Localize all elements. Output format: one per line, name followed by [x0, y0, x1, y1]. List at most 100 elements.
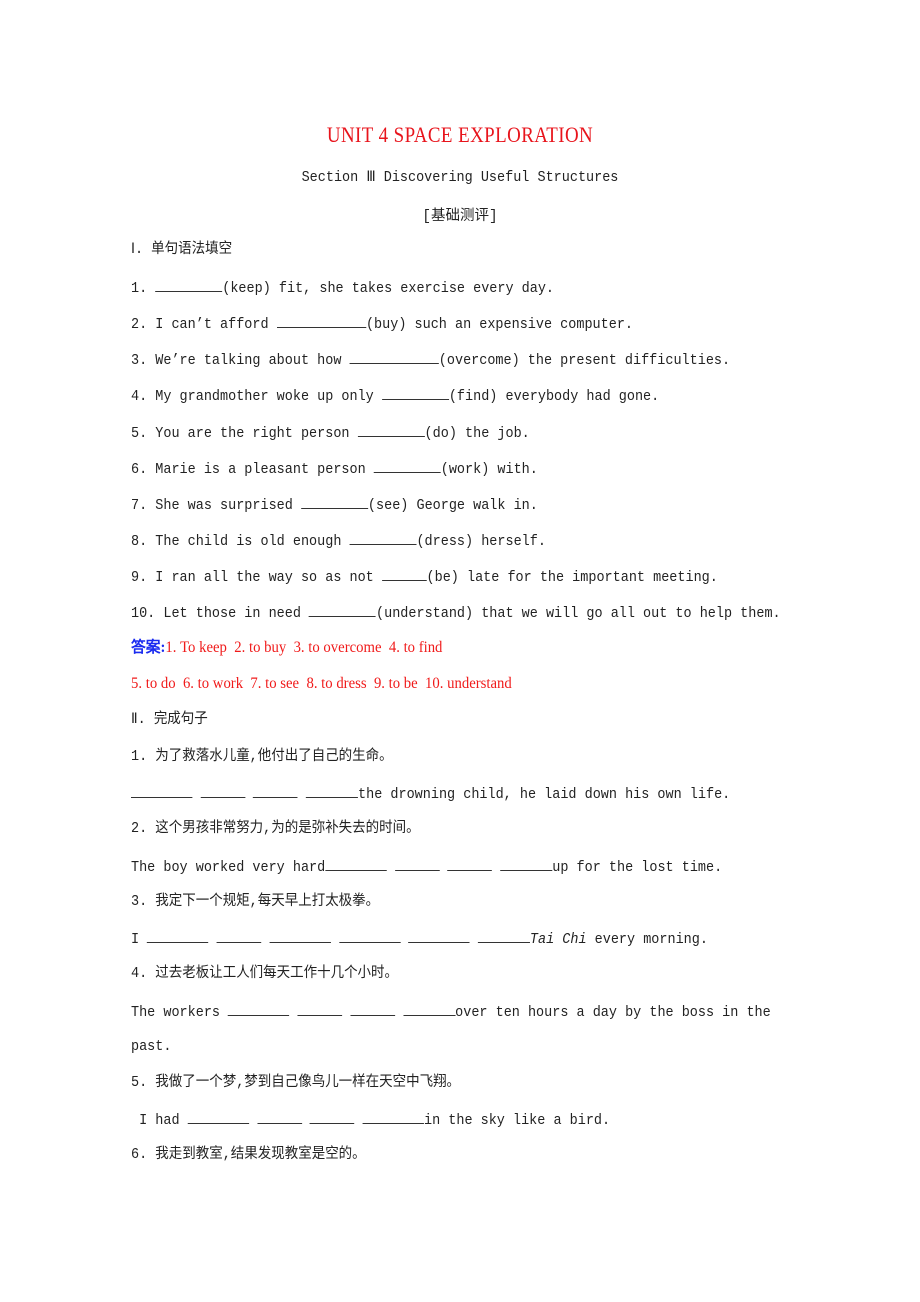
answer-blank[interactable]: [309, 602, 377, 617]
item-text: Marie is a pleasant person: [155, 462, 366, 478]
chinese-prompt: 3. 我定下一个规矩,每天早上打太极拳。: [131, 892, 379, 912]
chinese-text: 这个男孩非常努力,为的是弥补失去的时间。: [155, 821, 420, 837]
english-sentence: I Tai Chi every morning.: [131, 928, 708, 950]
exercise-item: 4. My grandmother woke up only (find) ev…: [131, 385, 659, 407]
item-text: (find) everybody had gone.: [448, 389, 660, 405]
answer-blank[interactable]: [325, 856, 387, 871]
item-number: 1.: [131, 281, 148, 297]
item-text: The workers: [131, 1005, 221, 1021]
answer-blank[interactable]: [338, 928, 401, 943]
answer-blank[interactable]: [373, 458, 441, 473]
answer-blank[interactable]: [253, 783, 298, 798]
item-text: (understand) that we will go all out to …: [376, 606, 781, 622]
document-page: UNIT 4 SPACE EXPLORATION Section Ⅲ Disco…: [0, 0, 920, 1302]
section-subtitle: Section Ⅲ Discovering Useful Structures: [301, 170, 619, 186]
item-number: 3.: [131, 353, 148, 369]
item-number: 2.: [131, 821, 148, 837]
answer-blank[interactable]: [200, 783, 246, 798]
part2-heading: Ⅱ. 完成句子: [131, 712, 208, 728]
answer-blank[interactable]: [228, 1001, 290, 1016]
english-sentence: the drowning child, he laid down his own…: [131, 783, 730, 805]
english-sentence-continued: past.: [131, 1039, 172, 1055]
chinese-prompt: 4. 过去老板让工人们每天工作十几个小时。: [131, 964, 398, 984]
item-number: 9.: [131, 570, 148, 586]
item-number: 3.: [131, 894, 148, 910]
item-text: (keep) fit, she takes exercise every day…: [222, 281, 555, 297]
answer-blank[interactable]: [300, 494, 368, 509]
answer-blank[interactable]: [477, 928, 530, 943]
answer-blank[interactable]: [349, 530, 417, 545]
answer-blank[interactable]: [309, 1109, 355, 1124]
item-text: (buy) such an expensive computer.: [365, 317, 634, 333]
exercise-item: 1. (keep) fit, she takes exercise every …: [131, 277, 554, 299]
item-text: (be) late for the important meeting.: [426, 570, 718, 586]
chinese-text: 过去老板让工人们每天工作十几个小时。: [155, 966, 399, 982]
answer-blank[interactable]: [447, 856, 493, 871]
item-text: The boy worked very hard: [131, 860, 326, 876]
item-text: You are the right person: [155, 426, 350, 442]
item-text: (dress) herself.: [416, 534, 546, 550]
answer-blank[interactable]: [297, 1001, 343, 1016]
item-number: 2.: [131, 317, 148, 333]
answer-blank[interactable]: [408, 928, 470, 943]
item-text: in the sky like a bird.: [423, 1113, 611, 1129]
answer-blank[interactable]: [276, 313, 366, 328]
item-text: The child is old enough: [155, 534, 342, 550]
chinese-text: 我做了一个梦,梦到自己像鸟儿一样在天空中飞翔。: [155, 1075, 461, 1091]
answer-blank[interactable]: [381, 385, 449, 400]
chinese-text: 我定下一个规矩,每天早上打太极拳。: [155, 894, 380, 910]
item-text: I had: [131, 1113, 180, 1129]
answer-blank[interactable]: [500, 856, 553, 871]
exercise-item: 7. She was surprised (see) George walk i…: [131, 494, 538, 516]
answer-text: 1. To keep 2. to buy 3. to overcome 4. t…: [165, 639, 443, 656]
exercise-item: 5. You are the right person (do) the job…: [131, 422, 530, 444]
item-text: (do) the job.: [424, 426, 530, 442]
item-text: We’re talking about how: [155, 353, 342, 369]
chinese-text: 我走到教室,结果发现教室是空的。: [155, 1147, 366, 1163]
answer-blank[interactable]: [147, 928, 209, 943]
item-text: I: [131, 932, 140, 948]
answer-blank[interactable]: [349, 349, 439, 364]
english-sentence: I had in the sky like a bird.: [131, 1109, 610, 1131]
item-text: (overcome) the present difficulties.: [438, 353, 731, 369]
chinese-prompt: 5. 我做了一个梦,梦到自己像鸟儿一样在天空中飞翔。: [131, 1073, 460, 1093]
answer-blank[interactable]: [381, 566, 427, 581]
item-number: 6.: [131, 462, 148, 478]
item-number: 5.: [131, 1075, 148, 1091]
answer-blank[interactable]: [362, 1109, 424, 1124]
answer-blank[interactable]: [216, 928, 262, 943]
answer-blank[interactable]: [403, 1001, 456, 1016]
item-text: over ten hours a day by the boss in the: [455, 1005, 771, 1021]
chinese-prompt: 1. 为了救落水儿童,他付出了自己的生命。: [131, 747, 393, 767]
answer-label: 答案:: [131, 639, 166, 656]
answer-blank[interactable]: [187, 1109, 250, 1124]
exercise-item: 10. Let those in need (understand) that …: [131, 602, 781, 624]
answer-blank[interactable]: [269, 928, 331, 943]
answer-blank[interactable]: [131, 783, 193, 798]
item-number: 7.: [131, 498, 148, 514]
english-sentence: The workers over ten hours a day by the …: [131, 1001, 771, 1023]
chinese-text: 为了救落水儿童,他付出了自己的生命。: [155, 749, 393, 765]
item-number: 1.: [131, 749, 148, 765]
chinese-prompt: 2. 这个男孩非常努力,为的是弥补失去的时间。: [131, 819, 420, 839]
item-text: I can’t afford: [155, 317, 269, 333]
answer-blank[interactable]: [357, 422, 425, 437]
answer-blank[interactable]: [305, 783, 359, 798]
answer-blank[interactable]: [394, 856, 440, 871]
answer-blank[interactable]: [155, 277, 223, 292]
exercise-item: 2. I can’t afford (buy) such an expensiv…: [131, 313, 633, 335]
item-text: My grandmother woke up only: [155, 389, 374, 405]
answer-key-line-1: 答案:1. To keep 2. to buy 3. to overcome 4…: [131, 638, 442, 658]
item-text: She was surprised: [155, 498, 293, 514]
item-text: the drowning child, he laid down his own…: [358, 787, 731, 803]
part1-heading: Ⅰ. 单句语法填空: [131, 242, 233, 258]
unit-title: UNIT 4 SPACE EXPLORATION: [326, 122, 594, 147]
item-text: Let those in need: [163, 606, 301, 622]
chinese-prompt: 6. 我走到教室,结果发现教室是空的。: [131, 1145, 366, 1165]
category-label: [基础测评]: [422, 209, 498, 225]
item-number: 8.: [131, 534, 148, 550]
item-text: every morning.: [586, 932, 708, 948]
item-number: 5.: [131, 426, 148, 442]
answer-blank[interactable]: [257, 1109, 302, 1124]
answer-blank[interactable]: [350, 1001, 395, 1016]
